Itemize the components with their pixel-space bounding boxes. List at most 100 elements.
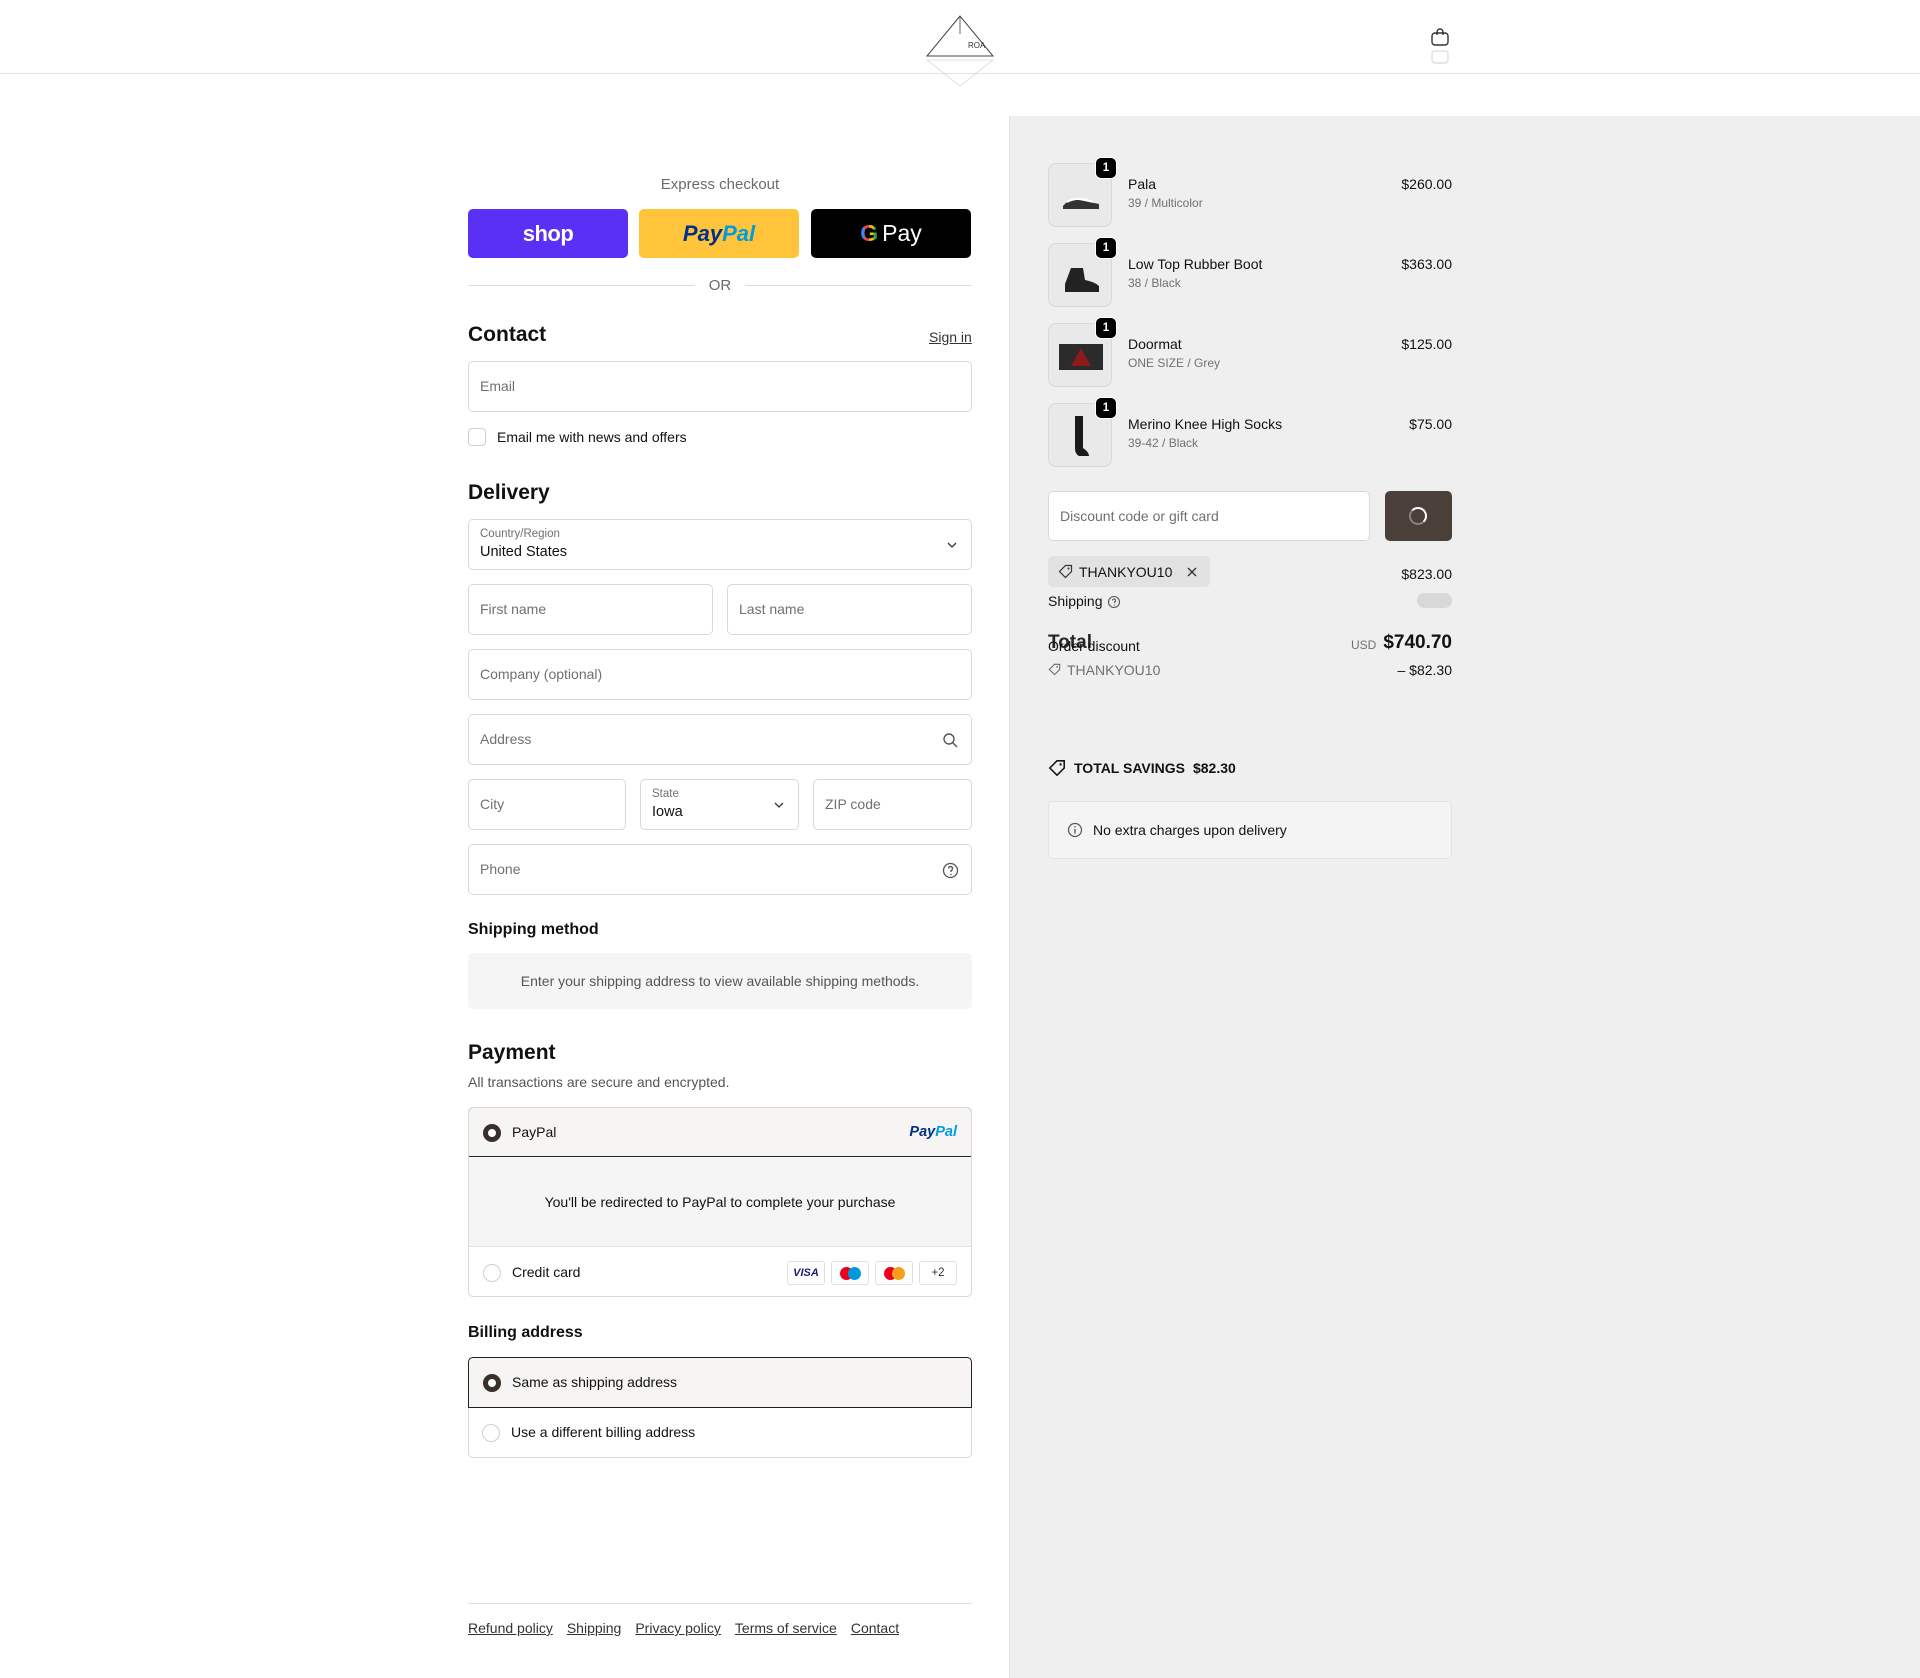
bag-icon-reflection xyxy=(1431,50,1449,64)
savings-label: TOTAL SAVINGS xyxy=(1074,760,1185,776)
billing-option-different[interactable]: Use a different billing address xyxy=(468,1408,972,1459)
state-value: Iowa xyxy=(652,804,683,820)
paypal-logo: PayPal xyxy=(909,1124,957,1140)
footer-link-contact[interactable]: Contact xyxy=(851,1620,899,1636)
applied-code-label: THANKYOU10 xyxy=(1079,563,1173,580)
billing-different-label: Use a different billing address xyxy=(511,1424,696,1440)
total-savings: TOTAL SAVINGS $82.30 xyxy=(1048,759,1236,777)
country-value: United States xyxy=(480,544,568,560)
billing-option-same[interactable]: Same as shipping address xyxy=(468,1357,972,1408)
help-icon[interactable] xyxy=(1107,595,1121,609)
payment-option-credit-card[interactable]: Credit card VISA +2 xyxy=(469,1248,971,1296)
loading-spinner-icon xyxy=(1409,507,1427,525)
phone-placeholder: Phone xyxy=(480,861,521,877)
city-field[interactable]: City xyxy=(468,779,626,830)
billing-different-radio[interactable] xyxy=(482,1424,500,1442)
email-field[interactable]: Email xyxy=(468,361,972,412)
total-label: Total xyxy=(1048,632,1092,653)
product-variant: 39-42 / Black xyxy=(1128,436,1199,450)
address-placeholder: Address xyxy=(480,731,532,747)
maestro-icon xyxy=(831,1261,869,1285)
last-name-placeholder: Last name xyxy=(739,601,805,617)
phone-field[interactable]: Phone xyxy=(468,844,972,895)
tag-icon xyxy=(1048,760,1065,777)
savings-value: $82.30 xyxy=(1192,760,1236,776)
shipping-value-loading xyxy=(1417,593,1452,608)
total-value: $740.70 xyxy=(1383,632,1452,653)
zip-placeholder: ZIP code xyxy=(825,796,881,812)
credit-card-radio[interactable] xyxy=(483,1264,501,1282)
billing-same-radio[interactable] xyxy=(483,1374,501,1392)
payment-option-paypal[interactable]: PayPal PayPal xyxy=(469,1108,971,1157)
currency-label: USD xyxy=(1351,638,1377,652)
discount-amount: – $82.30 xyxy=(1397,662,1453,678)
google-pay-button[interactable]: G Pay xyxy=(811,209,971,258)
city-placeholder: City xyxy=(480,796,505,812)
credit-card-label: Credit card xyxy=(512,1264,581,1280)
payment-subtitle: All transactions are secure and encrypte… xyxy=(468,1074,730,1090)
paypal-label-a: Pay xyxy=(682,220,723,246)
footer-link-shipping[interactable]: Shipping xyxy=(567,1620,622,1636)
line-item: 1 Merino Knee High Socks 39-42 / Black $… xyxy=(1048,397,1452,467)
state-label: State xyxy=(652,788,679,800)
address-field[interactable]: Address xyxy=(468,714,972,765)
state-select[interactable]: State Iowa xyxy=(640,779,799,830)
quantity-badge: 1 xyxy=(1095,317,1117,339)
footer-links: Refund policy Shipping Privacy policy Te… xyxy=(468,1620,899,1636)
applied-discount-tag: THANKYOU10 xyxy=(1048,556,1211,587)
google-g-icon: G xyxy=(860,220,879,246)
footer-link-terms[interactable]: Terms of service xyxy=(735,1620,837,1636)
remove-discount-icon[interactable] xyxy=(1186,566,1198,578)
header: ROA xyxy=(0,0,1920,87)
bag-icon[interactable] xyxy=(1430,28,1450,46)
triangle-logo-reflection xyxy=(925,59,995,87)
line-item: 1 Pala 39 / Multicolor $260.00 xyxy=(1048,157,1452,227)
product-price: $125.00 xyxy=(1401,336,1452,352)
shop-pay-label: shop xyxy=(522,220,574,246)
company-placeholder: Company (optional) xyxy=(480,666,603,682)
tag-icon xyxy=(1058,564,1073,579)
first-name-field[interactable]: First name xyxy=(468,584,713,635)
company-field[interactable]: Company (optional) xyxy=(468,649,972,700)
paypal-express-button[interactable]: Pay Pal xyxy=(639,209,799,258)
more-cards-badge: +2 xyxy=(919,1261,957,1285)
zip-field[interactable]: ZIP code xyxy=(813,779,972,830)
country-select[interactable]: Country/Region United States xyxy=(468,519,972,570)
product-name: Doormat xyxy=(1128,336,1182,352)
delivery-note: No extra charges upon delivery xyxy=(1048,801,1452,859)
last-name-field[interactable]: Last name xyxy=(727,584,972,635)
info-icon xyxy=(1067,822,1083,838)
product-price: $260.00 xyxy=(1401,176,1452,192)
chevron-down-icon xyxy=(947,542,957,548)
mastercard-icon xyxy=(875,1261,913,1285)
express-checkout-title: Express checkout xyxy=(660,176,780,193)
shipping-method-info: Enter your shipping address to view avai… xyxy=(468,953,972,1009)
paypal-radio[interactable] xyxy=(483,1124,501,1142)
footer-link-refund[interactable]: Refund policy xyxy=(468,1620,553,1636)
email-placeholder: Email xyxy=(480,378,516,394)
sign-in-link[interactable]: Sign in xyxy=(929,329,972,345)
discount-code-input[interactable]: Discount code or gift card xyxy=(1048,491,1370,541)
billing-heading: Billing address xyxy=(468,1324,583,1341)
billing-options: Same as shipping address Use a different… xyxy=(468,1357,972,1458)
line-item: 1 Doormat ONE SIZE / Grey $125.00 xyxy=(1048,317,1452,387)
footer-divider xyxy=(468,1603,972,1604)
paypal-redirect-note: You'll be redirected to PayPal to comple… xyxy=(469,1158,971,1247)
chevron-down-icon xyxy=(774,802,784,808)
contact-heading: Contact xyxy=(468,323,547,346)
help-icon[interactable] xyxy=(942,862,959,879)
apply-discount-button[interactable] xyxy=(1385,491,1452,541)
product-name: Merino Knee High Socks xyxy=(1128,416,1283,432)
newsletter-checkbox[interactable] xyxy=(468,428,486,446)
triangle-logo[interactable]: ROA xyxy=(924,14,996,60)
billing-same-label: Same as shipping address xyxy=(512,1374,677,1390)
quantity-badge: 1 xyxy=(1095,397,1117,419)
footer-link-privacy[interactable]: Privacy policy xyxy=(635,1620,721,1636)
tag-icon xyxy=(1048,663,1061,676)
shipping-label: Shipping xyxy=(1048,593,1103,609)
product-variant: 38 / Black xyxy=(1128,276,1181,290)
delivery-heading: Delivery xyxy=(468,481,550,504)
product-variant: ONE SIZE / Grey xyxy=(1128,356,1221,370)
delivery-note-text: No extra charges upon delivery xyxy=(1093,822,1287,838)
shop-pay-button[interactable]: shop xyxy=(468,209,628,258)
